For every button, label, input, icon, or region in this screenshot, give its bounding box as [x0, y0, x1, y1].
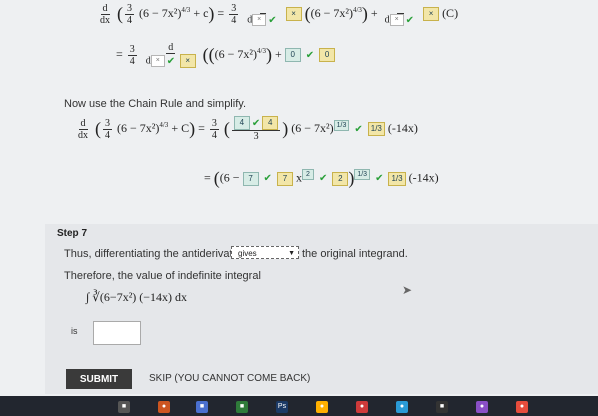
derivative-operator: d dx — [100, 2, 110, 26]
three-quarters: 34 — [125, 2, 134, 26]
app-icon[interactable]: ■ — [436, 401, 448, 413]
answer-box-hint[interactable]: 1/3 — [388, 171, 406, 186]
math-line-3: d dx (3 4 (6 − 7x²)4/3 + C) = 34 (4 ✔ 4 3) (6… — [78, 116, 418, 142]
answer-box[interactable]: 4 — [233, 116, 250, 130]
app-icon[interactable]: ■ — [118, 401, 130, 413]
exponent-box[interactable]: 1/3 — [354, 169, 371, 181]
check-icon: ✔ — [251, 117, 261, 129]
chevron-down-icon: ▼ — [288, 250, 295, 257]
step-title: Step 7 — [57, 228, 88, 239]
app-icon[interactable]: ● — [356, 401, 368, 413]
therefore-text: Therefore, the value of indefinite integ… — [64, 270, 261, 282]
mouse-cursor-icon: ➤ — [402, 283, 413, 297]
app-icon[interactable]: ● — [316, 401, 328, 413]
check-icon: ✔ — [263, 173, 272, 184]
answer-box-hint[interactable]: × — [179, 54, 196, 68]
step-sentence-after: the original integrand. — [302, 248, 408, 260]
answer-box-hint[interactable]: 2 — [332, 171, 349, 186]
answer-box-hint[interactable]: 4 — [262, 116, 279, 130]
answer-box-hint[interactable]: 7 — [276, 171, 293, 186]
answer-box[interactable]: 0 — [284, 48, 301, 62]
app-icon[interactable]: ● — [476, 401, 488, 413]
exponent-box[interactable]: 2 — [301, 169, 314, 181]
math-line-1: d dx (3 4 (6 − 7x²)4/3 + c) = 34 d × ✔ × ((6… — [100, 2, 459, 26]
math-line-2: = 34 d d × ✔ × (((6 − 7x²)4/3) + 0 ✔ 0 — [116, 42, 336, 68]
check-icon: ✔ — [405, 14, 415, 26]
integral-expression: ∫ ∛(6−7x²) (−14x) dx — [86, 290, 188, 304]
math-line-4: = ((6 − 7 ✔ 7 x2 ✔ 2) 1/3 ✔ 1/3 (-14x) — [204, 168, 439, 188]
app-icon[interactable]: ■ — [236, 401, 248, 413]
skip-button[interactable]: SKIP (YOU CANNOT COME BACK) — [149, 373, 310, 384]
check-icon: ✔ — [305, 49, 315, 61]
app-icon[interactable]: ● — [396, 401, 408, 413]
check-icon: ✔ — [318, 173, 328, 184]
app-icon[interactable]: ■ — [196, 401, 208, 413]
step-sentence-before: Thus, differentiating the antiderivative — [64, 248, 247, 260]
answer-box[interactable]: 7 — [242, 171, 259, 186]
taskbar — [0, 396, 598, 416]
answer-box-hint[interactable]: × — [285, 7, 302, 21]
answer-box-blank[interactable]: × — [252, 14, 267, 26]
exponent-box[interactable]: 1/3 — [333, 119, 350, 131]
chain-rule-instruction: Now use the Chain Rule and simplify. — [64, 98, 246, 110]
photoshop-icon[interactable]: Ps — [276, 401, 288, 413]
answer-box-blank[interactable]: × — [150, 55, 165, 67]
answer-input[interactable] — [93, 321, 141, 345]
check-icon: ✔ — [268, 14, 277, 26]
is-label: is — [71, 326, 78, 336]
check-icon: ✔ — [375, 173, 384, 184]
answer-box-hint[interactable]: 1/3 — [367, 122, 385, 136]
app-icon[interactable]: ● — [516, 401, 528, 413]
answer-box-blank[interactable]: × — [389, 14, 404, 26]
dropdown-value: gives — [238, 249, 257, 258]
check-icon: ✔ — [354, 123, 363, 135]
check-icon: ✔ — [166, 55, 176, 67]
answer-box-hint[interactable]: 0 — [319, 48, 336, 62]
answer-box-hint[interactable]: × — [423, 7, 440, 21]
submit-button[interactable]: SUBMIT — [66, 369, 132, 389]
gives-dropdown[interactable]: gives ▼ — [231, 246, 299, 259]
app-icon[interactable]: ● — [158, 401, 170, 413]
